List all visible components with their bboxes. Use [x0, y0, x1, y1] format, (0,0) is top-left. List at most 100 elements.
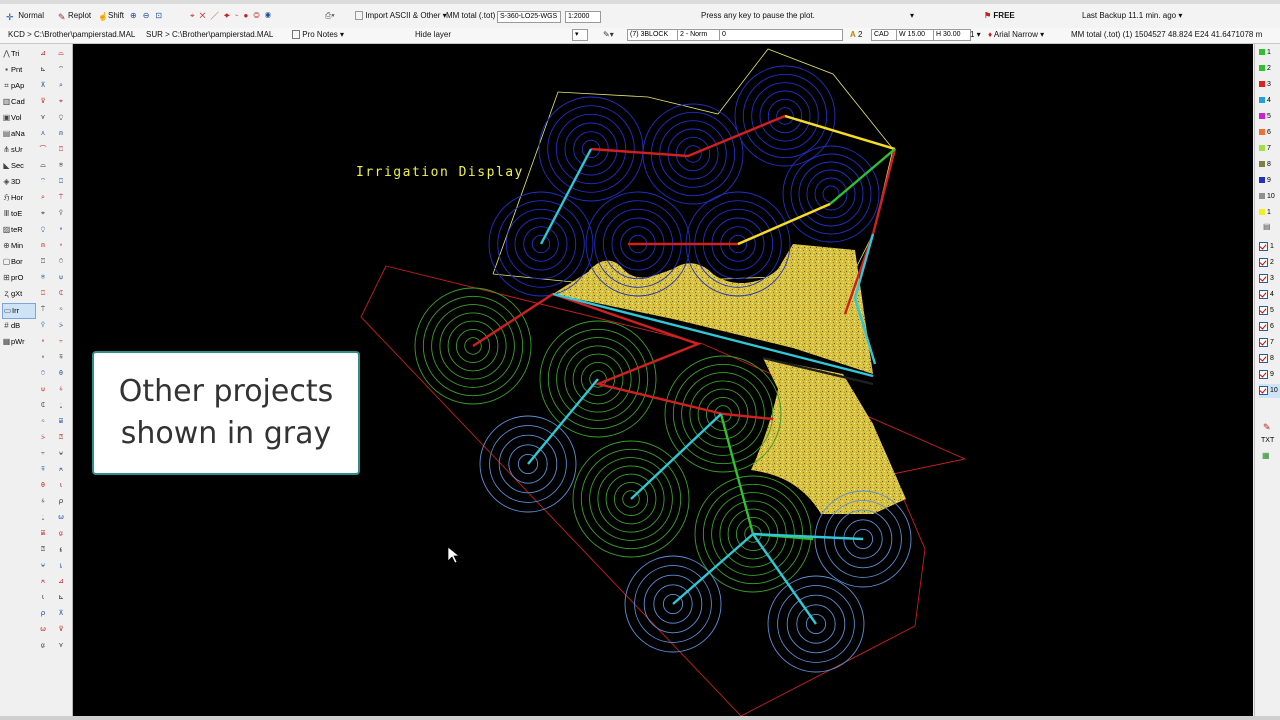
layer-icon[interactable]: ◉ [265, 11, 276, 20]
layer-visibility-5[interactable]: 5 [1259, 304, 1280, 318]
tool-icon[interactable]: ⍟ [55, 160, 67, 172]
checkbox-icon[interactable] [1259, 385, 1268, 395]
layer-color-10[interactable]: 1 [1259, 206, 1280, 220]
font-count[interactable]: 1 ▾ [970, 29, 981, 41]
grid-tool-icon[interactable]: ▦ [1262, 451, 1270, 460]
tool-icon[interactable]: ⍲ [55, 464, 67, 476]
tool-icon[interactable]: ⍣ [55, 224, 67, 236]
module-tri[interactable]: ⋀Tri [2, 47, 34, 61]
tool-icon[interactable]: ⍮ [55, 400, 67, 412]
checkbox-icon[interactable] [1259, 289, 1268, 299]
erase-icon[interactable]: ✕ [200, 11, 211, 20]
circle-icon[interactable]: ◎ [253, 11, 264, 20]
norm-field[interactable]: 2 - Norm [677, 29, 721, 41]
layer-visibility-8[interactable]: 8 [1259, 352, 1280, 366]
tool-icon[interactable]: ⍶ [55, 528, 67, 540]
tool-icon[interactable]: ⍥ [55, 256, 67, 268]
scale-field[interactable]: 1:2000 [565, 11, 601, 23]
import-menu[interactable]: Import ASCII & Other ▾ [355, 10, 447, 22]
module-min[interactable]: ⊕Min [2, 239, 34, 253]
module-3d[interactable]: ◈3D [2, 175, 34, 189]
zoom-out-icon[interactable]: ⊖ [143, 11, 156, 20]
text-size-control[interactable]: A 2 [850, 29, 862, 41]
pro-notes-button[interactable]: Pro Notes ▾ [292, 29, 344, 41]
tool-icon[interactable]: ⍤ [37, 352, 49, 364]
tool-icon[interactable]: ⍦ [55, 272, 67, 284]
point-snap-icon[interactable]: ⌁ [235, 11, 244, 20]
line-icon[interactable]: ╱ [211, 11, 224, 20]
tool-icon[interactable]: ⍧ [37, 400, 49, 412]
module-gxt[interactable]: ʐ gXt [2, 287, 34, 301]
tool-icon[interactable]: ⌓ [55, 48, 67, 60]
tool-icon[interactable]: ⌕ [55, 80, 67, 92]
layer-color-2[interactable]: 3 [1259, 78, 1280, 92]
module-vol[interactable]: ▣Vol [2, 111, 34, 125]
tool-icon[interactable]: ⍮ [37, 512, 49, 524]
tool-icon[interactable]: ⍷ [55, 544, 67, 556]
font-dropdown[interactable]: ♦ Arial Narrow ▾ [988, 29, 1044, 41]
tool-icon[interactable]: ⍰ [55, 432, 67, 444]
layer-visibility-1[interactable]: 1 [1259, 240, 1280, 254]
module-sur[interactable]: ⋔sUr [2, 143, 34, 157]
layer-color-4[interactable]: 5 [1259, 110, 1280, 124]
tool-icon[interactable]: ⍵ [55, 512, 67, 524]
tool-icon[interactable]: ⍬ [55, 368, 67, 380]
select-icon[interactable]: ⌖ [190, 11, 200, 20]
cad-field[interactable]: CAD [871, 29, 897, 41]
tool-icon[interactable]: ⍫ [55, 352, 67, 364]
width-field[interactable]: W 15.00 [896, 29, 934, 41]
module-irr[interactable]: ▭Irr [2, 303, 36, 319]
pencil-tool-icon[interactable]: ✎ [1263, 422, 1271, 433]
dropdown-arrow-icon[interactable]: ▾ [910, 10, 914, 22]
module-sec[interactable]: ◣Sec [2, 159, 34, 173]
tool-icon[interactable]: ⊼ [55, 608, 67, 620]
tool-icon[interactable]: ⍢ [37, 320, 49, 332]
print-icon[interactable]: ⎙▾ [325, 10, 335, 22]
tool-icon[interactable]: ⋏ [37, 128, 49, 140]
text-tool-icon[interactable]: TXT [1261, 437, 1274, 444]
layer-color-5[interactable]: 6 [1259, 126, 1280, 140]
module-pwr[interactable]: ▦pWr [2, 335, 34, 349]
module-bor[interactable]: ▢Bor [2, 255, 34, 269]
tool-icon[interactable]: ⍲ [37, 576, 49, 588]
checkbox-icon[interactable] [1259, 337, 1268, 347]
tool-icon[interactable]: ⍨ [55, 304, 67, 316]
tool-icon[interactable]: ⍜ [55, 112, 67, 124]
tool-icon[interactable]: ⊽ [37, 96, 49, 108]
zoom-tools[interactable]: ⊕⊖⊡ [130, 10, 168, 22]
tool-icon[interactable]: ⍟ [37, 272, 49, 284]
layer-visibility-10[interactable]: 10 [1259, 384, 1280, 398]
tool-icon[interactable]: ⋎ [37, 112, 49, 124]
layer-color-6[interactable]: 7 [1259, 142, 1280, 156]
tool-icon[interactable]: ⍞ [55, 144, 67, 156]
layer-manager-icon[interactable]: ▤ [1263, 222, 1271, 231]
module-db[interactable]: # dB [2, 319, 34, 333]
tool-icon[interactable]: ⌕ [37, 192, 49, 204]
tool-icon[interactable]: ⍴ [55, 496, 67, 508]
tool-icon[interactable]: ⍪ [55, 336, 67, 348]
tool-icon[interactable]: ⍤ [55, 240, 67, 252]
layer-visibility-9[interactable]: 9 [1259, 368, 1280, 382]
tool-icon[interactable]: ⊿ [55, 576, 67, 588]
layer-color-3[interactable]: 4 [1259, 94, 1280, 108]
coordinate-system-field[interactable]: S-360-LO25-WGS [497, 11, 561, 23]
tool-icon[interactable]: ⍩ [55, 320, 67, 332]
layer-visibility-2[interactable]: 2 [1259, 256, 1280, 270]
layer-visibility-3[interactable]: 3 [1259, 272, 1280, 286]
tool-icon[interactable]: ⍵ [37, 624, 49, 636]
tool-icon[interactable]: ⍢ [55, 208, 67, 220]
tool-icon[interactable]: ⍠ [55, 176, 67, 188]
tool-icon[interactable]: ⍱ [55, 448, 67, 460]
tool-icon[interactable]: ⌖ [55, 96, 67, 108]
pen-icon[interactable]: ✎▾ [603, 29, 614, 41]
checkbox-icon[interactable] [1259, 369, 1268, 379]
tool-icon[interactable]: ⍪ [37, 448, 49, 460]
checkbox-icon[interactable] [1259, 241, 1268, 251]
tool-icon[interactable]: ⍭ [37, 496, 49, 508]
layer-visibility-6[interactable]: 6 [1259, 320, 1280, 334]
hide-layer-dropdown[interactable]: ▾ [572, 29, 588, 41]
tool-icon[interactable]: ⍝ [55, 128, 67, 140]
height-field[interactable]: H 30.00 [933, 29, 971, 41]
tool-icon[interactable]: ⍫ [37, 464, 49, 476]
tool-icon[interactable]: ⍡ [55, 192, 67, 204]
